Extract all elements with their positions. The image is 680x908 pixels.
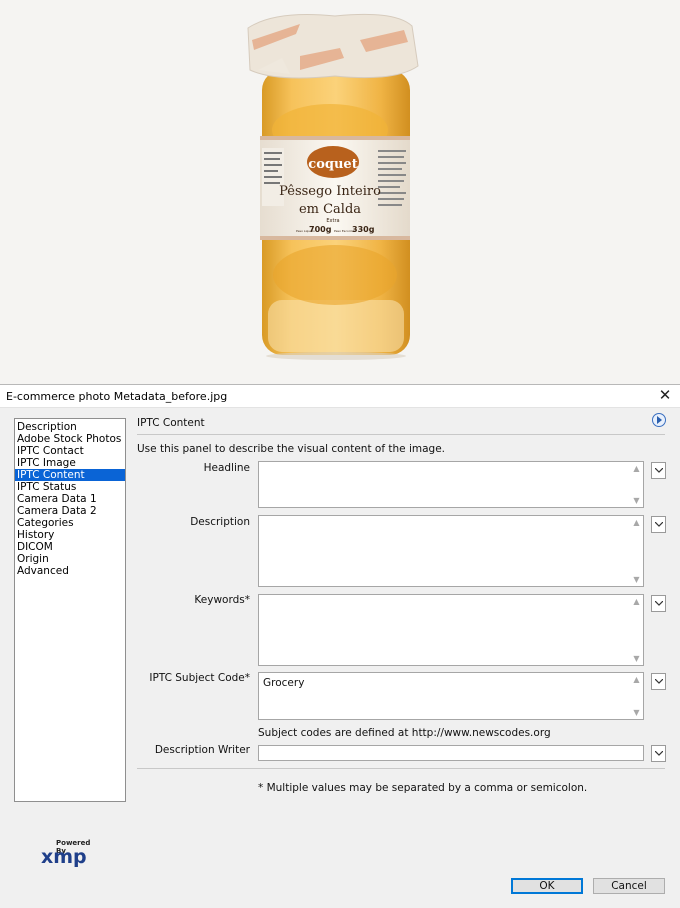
chevron-down-icon xyxy=(655,751,663,756)
metadata-dialog: E-commerce photo Metadata_before.jpg ✕ D… xyxy=(0,384,680,908)
headline-field[interactable]: ▲ ▼ xyxy=(258,461,644,508)
headline-dropdown-button[interactable] xyxy=(651,462,666,479)
weight-right: 330g xyxy=(352,225,375,234)
scroll-down-icon[interactable]: ▼ xyxy=(632,575,641,584)
nav-item-categories[interactable]: Categories xyxy=(15,517,125,529)
headline-label: Headline xyxy=(203,462,250,474)
keywords-field[interactable]: ▲ ▼ xyxy=(258,594,644,666)
scroll-up-icon[interactable]: ▲ xyxy=(632,597,641,606)
nav-item-iptc-contact[interactable]: IPTC Contact xyxy=(15,445,125,457)
product-line2: em Calda xyxy=(299,202,361,217)
scroll-down-icon[interactable]: ▼ xyxy=(632,496,641,505)
xmp-logo: Powered By xmp xyxy=(40,837,102,869)
nav-item-history[interactable]: History xyxy=(15,529,125,541)
nav-item-advanced[interactable]: Advanced xyxy=(15,565,125,577)
subject-code-field[interactable]: Grocery ▲ ▼ xyxy=(258,672,644,720)
chevron-down-icon xyxy=(655,679,663,684)
nav-item-iptc-content[interactable]: IPTC Content xyxy=(15,469,125,481)
description-dropdown-button[interactable] xyxy=(651,516,666,533)
panel-title: IPTC Content xyxy=(137,417,205,429)
scroll-down-icon[interactable]: ▼ xyxy=(632,654,641,663)
product-photo: coquet Pêssego Inteiro em Calda Extra Pe… xyxy=(0,0,680,384)
description-field[interactable]: ▲ ▼ xyxy=(258,515,644,587)
panel-description: Use this panel to describe the visual co… xyxy=(137,443,445,455)
subject-code-value: Grocery xyxy=(263,677,305,689)
keywords-dropdown-button[interactable] xyxy=(651,595,666,612)
scroll-down-icon[interactable]: ▼ xyxy=(632,708,641,717)
brand-text: coquet xyxy=(308,157,357,172)
category-list[interactable]: Description Adobe Stock Photos IPTC Contac… xyxy=(14,418,126,802)
nav-item-camera-data-1[interactable]: Camera Data 1 xyxy=(15,493,125,505)
grade-text: Extra xyxy=(326,218,339,224)
window-title: E-commerce photo Metadata_before.jpg xyxy=(6,390,228,403)
product-line1: Pêssego Inteiro xyxy=(279,184,381,199)
nav-item-origin[interactable]: Origin xyxy=(15,553,125,565)
description-writer-label: Description Writer xyxy=(154,744,250,756)
description-writer-dropdown-button[interactable] xyxy=(651,745,666,762)
subject-codes-note: Subject codes are defined at http://www.… xyxy=(258,727,551,739)
close-button[interactable]: ✕ xyxy=(656,386,674,404)
chevron-down-icon xyxy=(655,601,663,606)
nav-item-dicom[interactable]: DICOM xyxy=(15,541,125,553)
title-bar: E-commerce photo Metadata_before.jpg ✕ xyxy=(0,385,680,408)
nav-item-iptc-status[interactable]: IPTC Status xyxy=(15,481,125,493)
jar-image: coquet Pêssego Inteiro em Calda Extra Pe… xyxy=(247,13,419,360)
scroll-up-icon[interactable]: ▲ xyxy=(632,675,641,684)
divider xyxy=(137,434,665,435)
nav-item-adobe-stock-photos[interactable]: Adobe Stock Photos xyxy=(15,433,125,445)
weight-left: 700g xyxy=(309,225,332,234)
divider xyxy=(137,768,665,769)
subject-code-label: IPTC Subject Code* xyxy=(149,672,250,684)
scroll-up-icon[interactable]: ▲ xyxy=(632,464,641,473)
panel-menu-icon[interactable] xyxy=(652,413,666,427)
nav-item-description[interactable]: Description xyxy=(15,421,125,433)
description-writer-field[interactable] xyxy=(258,745,644,761)
nav-item-camera-data-2[interactable]: Camera Data 2 xyxy=(15,505,125,517)
keywords-label: Keywords* xyxy=(194,594,250,606)
nav-item-iptc-image[interactable]: IPTC Image xyxy=(15,457,125,469)
scroll-up-icon[interactable]: ▲ xyxy=(632,518,641,527)
cancel-button[interactable]: Cancel xyxy=(593,878,665,894)
multi-value-note: * Multiple values may be separated by a … xyxy=(258,782,588,794)
description-label: Description xyxy=(190,516,250,528)
chevron-down-icon xyxy=(655,522,663,527)
chevron-down-icon xyxy=(655,468,663,473)
ok-button[interactable]: OK xyxy=(511,878,583,894)
xmp-logo-text: xmp xyxy=(41,846,87,868)
subject-code-dropdown-button[interactable] xyxy=(651,673,666,690)
